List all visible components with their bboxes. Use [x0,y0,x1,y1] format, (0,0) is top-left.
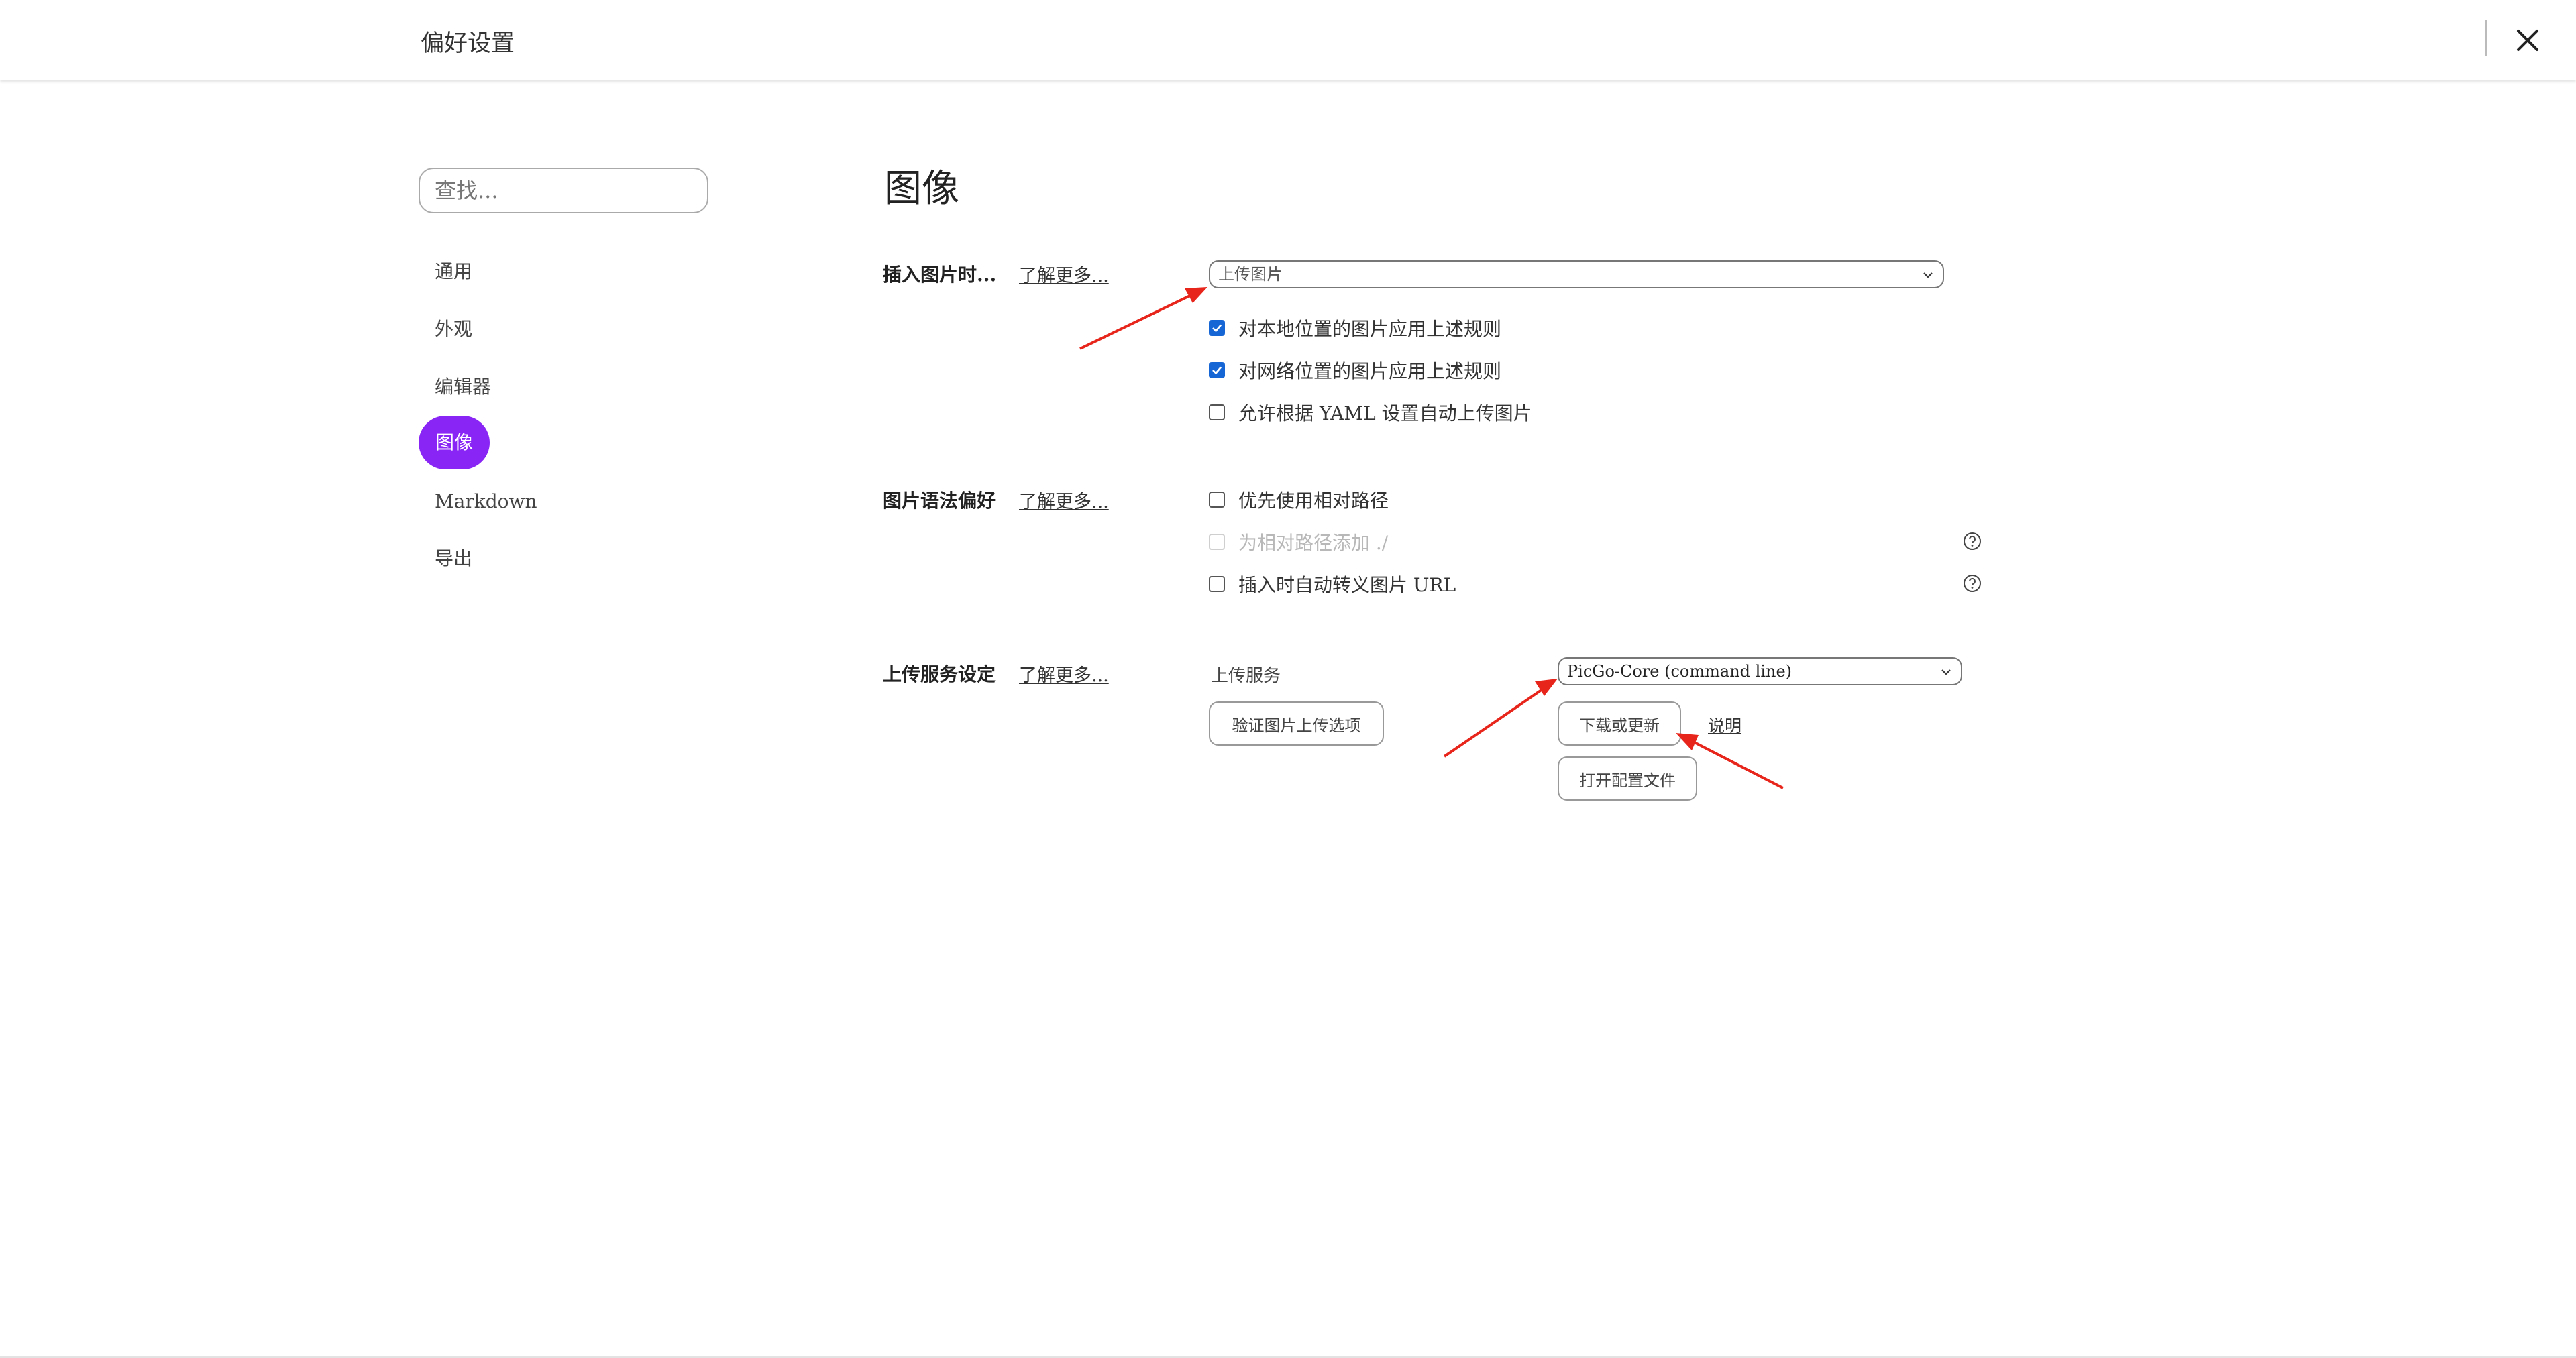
sidebar-item-export[interactable]: 导出 [419,532,488,585]
upload-service-setting-label: 上传服务设定 [883,663,996,685]
annotation-arrow [1443,679,1558,758]
explain-link[interactable]: 说明 [1708,713,1741,737]
insert-learn-more-link[interactable]: 了解更多... [1019,261,1109,287]
sidebar-item-appearance[interactable]: 外观 [419,302,488,356]
checkbox-yaml-upload[interactable] [1209,404,1225,420]
option-escape-url[interactable]: 插入时自动转义图片 URL [1209,571,1456,598]
insert-image-select-value: 上传图片 [1218,265,1283,284]
option-add-dot-slash: 为相对路径添加 ./ [1209,528,1388,555]
upload-learn-more-link[interactable]: 了解更多... [1019,661,1109,687]
annotation-arrow [1079,287,1208,350]
close-icon [2517,30,2538,51]
window-title: 偏好设置 [421,30,515,57]
checkbox-add-dot-slash [1209,534,1225,550]
question-circle-icon[interactable] [1962,573,1982,593]
sidebar-item-general[interactable]: 通用 [419,245,488,298]
verify-upload-button[interactable]: 验证图片上传选项 [1209,701,1384,746]
option-yaml-upload[interactable]: 允许根据 YAML 设置自动上传图片 [1209,399,1532,426]
close-button[interactable] [2509,21,2546,59]
checkmark-icon [1212,366,1222,375]
search-input[interactable] [419,168,708,213]
escape-url-label: 插入时自动转义图片 URL [1238,574,1456,596]
insert-image-label: 插入图片时... [883,264,997,286]
title-bar: 偏好设置 [0,0,2576,80]
option-apply-network[interactable]: 对网络位置的图片应用上述规则 [1209,357,1501,384]
open-config-button[interactable]: 打开配置文件 [1558,756,1697,801]
checkbox-relative-path[interactable] [1209,492,1225,508]
apply-local-label: 对本地位置的图片应用上述规则 [1238,318,1502,340]
upload-service-label: 上传服务 [1211,666,1281,686]
checkbox-escape-url[interactable] [1209,576,1225,592]
sidebar-item-editor[interactable]: 编辑器 [419,360,507,414]
sidebar-item-markdown[interactable]: Markdown [419,475,553,528]
download-update-button[interactable]: 下载或更新 [1558,701,1681,746]
page-title: 图像 [884,167,959,211]
header-divider [2485,20,2487,56]
chevron-down-icon [1923,272,1933,278]
checkmark-icon [1212,324,1222,333]
add-dot-slash-label: 为相对路径添加 ./ [1238,532,1389,554]
option-apply-local[interactable]: 对本地位置的图片应用上述规则 [1209,315,1501,341]
upload-service-select-value: PicGo-Core (command line) [1567,662,1792,681]
insert-image-select[interactable]: 上传图片 [1209,260,1944,288]
checkbox-apply-local[interactable] [1209,320,1225,336]
syntax-pref-label: 图片语法偏好 [883,490,996,512]
upload-service-select[interactable]: PicGo-Core (command line) [1558,657,1962,685]
annotation-arrows [1079,287,1784,789]
chevron-down-icon [1941,669,1951,675]
question-circle-icon[interactable] [1962,531,1982,551]
yaml-upload-label: 允许根据 YAML 设置自动上传图片 [1238,402,1532,425]
syntax-learn-more-link[interactable]: 了解更多... [1019,487,1109,513]
checkbox-apply-network[interactable] [1209,362,1225,378]
apply-network-label: 对网络位置的图片应用上述规则 [1238,360,1502,382]
option-relative-path[interactable]: 优先使用相对路径 [1209,486,1389,513]
relative-path-label: 优先使用相对路径 [1238,490,1389,512]
sidebar-item-image[interactable]: 图像 [419,416,490,469]
